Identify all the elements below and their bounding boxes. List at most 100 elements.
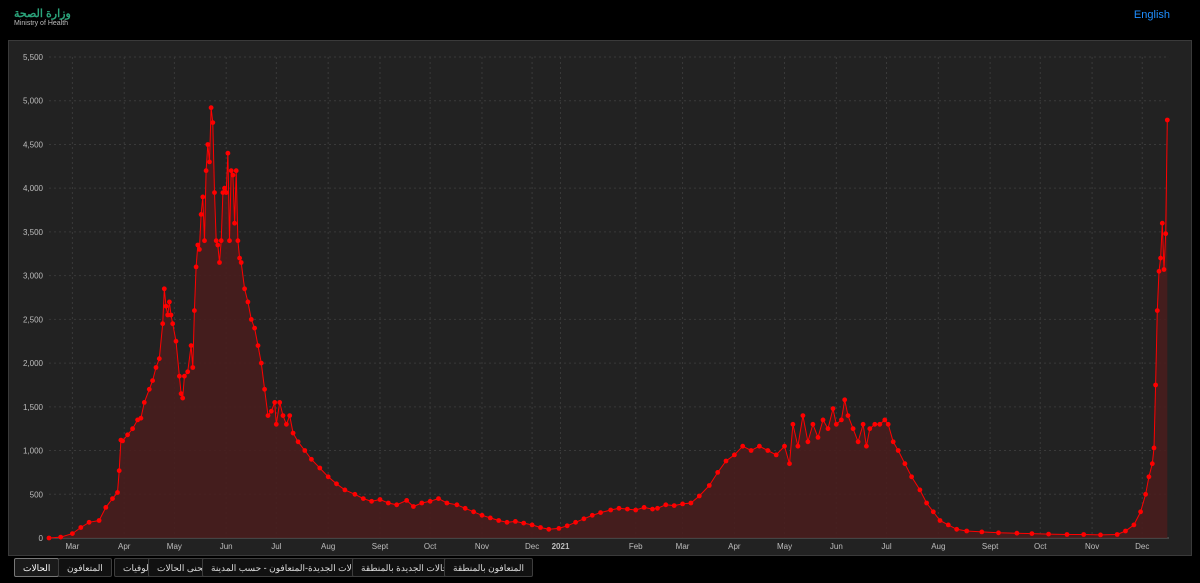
data-point bbox=[765, 448, 771, 453]
tab-4[interactable]: الحالات الجديدة-المتعافون - حسب المدينة bbox=[202, 558, 375, 577]
x-tick-label: Aug bbox=[321, 542, 335, 551]
y-tick-label: 2,500 bbox=[23, 315, 44, 324]
data-point bbox=[258, 360, 264, 366]
data-point bbox=[141, 400, 147, 405]
data-point bbox=[58, 534, 64, 540]
language-switch-link[interactable]: English bbox=[1134, 9, 1170, 21]
data-point bbox=[825, 426, 831, 432]
data-point bbox=[885, 421, 891, 427]
data-point bbox=[96, 518, 102, 523]
series-area bbox=[49, 107, 1168, 538]
data-point bbox=[385, 500, 391, 506]
tab-6[interactable]: المتعافون بالمنطقة bbox=[444, 558, 533, 577]
data-point bbox=[70, 531, 75, 536]
data-point bbox=[655, 505, 660, 511]
data-point bbox=[877, 421, 883, 427]
data-point bbox=[1143, 491, 1148, 497]
x-tick-label: Sept bbox=[982, 542, 999, 551]
data-point bbox=[598, 510, 603, 515]
data-point bbox=[163, 303, 169, 309]
data-point bbox=[521, 520, 527, 526]
x-tick-label: Apr bbox=[728, 542, 741, 551]
data-point bbox=[715, 470, 721, 475]
y-tick-label: 5,500 bbox=[23, 53, 44, 62]
data-point bbox=[573, 519, 578, 525]
data-point bbox=[193, 264, 199, 270]
x-tick-label: Mar bbox=[676, 542, 690, 551]
data-point bbox=[237, 255, 243, 261]
data-point bbox=[197, 247, 202, 252]
data-point bbox=[130, 426, 135, 432]
data-point bbox=[352, 491, 358, 497]
data-point bbox=[1151, 445, 1157, 451]
data-point bbox=[1164, 117, 1170, 123]
x-tick-label: May bbox=[777, 542, 792, 551]
data-point bbox=[287, 413, 293, 418]
data-point bbox=[444, 500, 450, 506]
data-point bbox=[930, 509, 936, 515]
tab-1[interactable]: المتعافون bbox=[58, 558, 112, 577]
data-point bbox=[153, 365, 159, 370]
data-point bbox=[688, 500, 694, 506]
data-point bbox=[1046, 531, 1051, 537]
data-point bbox=[723, 458, 729, 464]
data-point bbox=[177, 373, 182, 379]
data-point bbox=[302, 448, 308, 453]
tab-0[interactable]: الحالات bbox=[14, 558, 60, 577]
data-point bbox=[411, 504, 416, 509]
data-point bbox=[195, 242, 201, 248]
data-point bbox=[223, 190, 229, 196]
data-point bbox=[833, 421, 839, 427]
data-point bbox=[178, 391, 184, 397]
data-point bbox=[225, 150, 231, 156]
data-point bbox=[842, 397, 848, 403]
data-point bbox=[706, 483, 712, 488]
data-point bbox=[1098, 532, 1103, 538]
data-point bbox=[170, 321, 176, 327]
data-point bbox=[757, 443, 762, 449]
data-point bbox=[242, 286, 248, 292]
data-point bbox=[203, 168, 209, 174]
data-point bbox=[650, 506, 655, 512]
data-point bbox=[208, 105, 214, 111]
data-point bbox=[556, 526, 562, 531]
data-point bbox=[215, 242, 221, 248]
data-point bbox=[222, 185, 227, 191]
data-point bbox=[513, 519, 518, 524]
data-point bbox=[161, 286, 167, 292]
data-point bbox=[795, 443, 801, 449]
data-point bbox=[185, 369, 191, 375]
logo-arabic-text: وزارة الصحة bbox=[14, 8, 71, 20]
data-point bbox=[168, 312, 174, 318]
data-point bbox=[945, 522, 951, 528]
data-point bbox=[1161, 267, 1167, 272]
data-point bbox=[167, 299, 172, 305]
x-tick-label: Dec bbox=[1135, 542, 1149, 551]
data-point bbox=[855, 439, 861, 445]
ministry-logo[interactable]: وزارة الصحة Ministry of Health bbox=[6, 4, 90, 30]
data-point bbox=[110, 496, 115, 501]
x-tick-label: Apr bbox=[118, 542, 131, 551]
data-point bbox=[284, 421, 289, 427]
data-point bbox=[116, 468, 122, 474]
data-point bbox=[589, 512, 595, 518]
data-point bbox=[173, 338, 179, 344]
data-point bbox=[192, 308, 197, 313]
data-point bbox=[146, 386, 152, 392]
data-point bbox=[581, 516, 587, 522]
data-point bbox=[839, 417, 844, 423]
data-point bbox=[273, 421, 279, 427]
y-tick-label: 1,500 bbox=[23, 403, 44, 412]
data-point bbox=[309, 456, 314, 462]
data-point bbox=[188, 343, 194, 348]
data-point bbox=[748, 448, 754, 453]
data-point bbox=[471, 509, 476, 515]
data-point bbox=[198, 212, 204, 217]
data-point bbox=[462, 505, 468, 511]
data-point bbox=[202, 238, 207, 244]
data-point bbox=[205, 142, 211, 147]
data-point bbox=[248, 317, 254, 322]
top-bar: وزارة الصحة Ministry of Health English bbox=[0, 0, 1200, 36]
data-point bbox=[436, 496, 441, 501]
data-point bbox=[487, 515, 493, 521]
